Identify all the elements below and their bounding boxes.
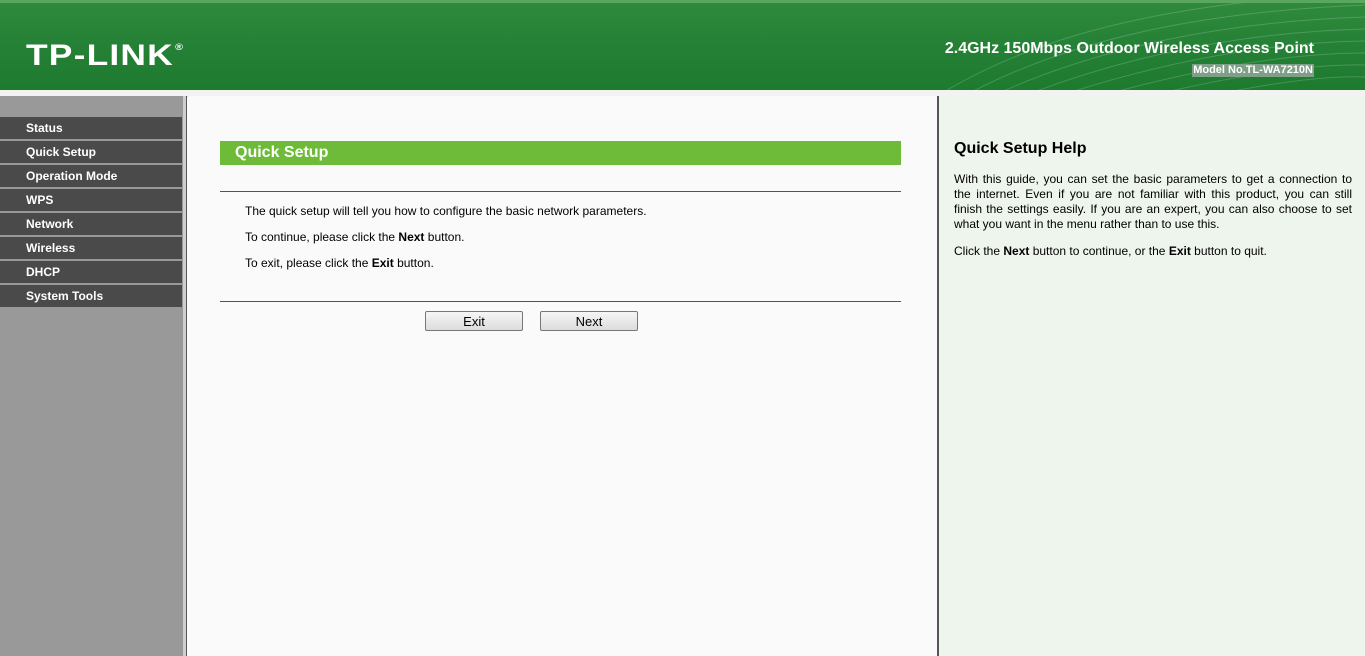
sidebar-item-system-tools[interactable]: System Tools <box>0 285 182 307</box>
top-divider <box>220 191 901 192</box>
help-next-keyword: Next <box>1003 244 1030 258</box>
continue-text: To continue, please click the <box>245 230 399 244</box>
exit-button[interactable]: Exit <box>425 311 523 331</box>
sidebar-item-network[interactable]: Network <box>0 213 182 235</box>
registered-mark: ® <box>175 42 185 52</box>
continue-instruction: To continue, please click the Next butto… <box>245 230 464 244</box>
sidebar-item-quick-setup[interactable]: Quick Setup <box>0 141 182 163</box>
exit-keyword: Exit <box>371 256 394 270</box>
help-panel: Quick Setup Help With this guide, you ca… <box>939 96 1365 656</box>
main-panel: Quick Setup The quick setup will tell yo… <box>188 96 937 656</box>
help-title: Quick Setup Help <box>954 140 1087 157</box>
sidebar: Status Quick Setup Operation Mode WPS Ne… <box>0 96 183 656</box>
sidebar-edge <box>183 96 187 656</box>
header-banner: TP-LINK® 2.4GHz 150Mbps Outdoor Wireless… <box>0 0 1365 90</box>
help-text-end: button to quit. <box>1190 244 1267 258</box>
model-number: Model No.TL-WA7210N <box>1192 64 1314 77</box>
section-title: Quick Setup <box>220 141 901 165</box>
bottom-divider <box>220 301 901 302</box>
sidebar-item-operation-mode[interactable]: Operation Mode <box>0 165 182 187</box>
continue-text-end: button. <box>424 230 465 244</box>
next-button[interactable]: Next <box>540 311 638 331</box>
sidebar-item-status[interactable]: Status <box>0 117 182 139</box>
exit-text-end: button. <box>393 256 434 270</box>
logo-text: TP-LINK <box>26 39 174 72</box>
sidebar-menu: Status Quick Setup Operation Mode WPS Ne… <box>0 117 182 309</box>
sidebar-item-dhcp[interactable]: DHCP <box>0 261 182 283</box>
help-paragraph-2: Click the Next button to continue, or th… <box>954 244 1352 259</box>
exit-text: To exit, please click the <box>245 256 372 270</box>
tp-link-logo: TP-LINK® <box>26 39 184 73</box>
next-keyword: Next <box>398 230 425 244</box>
sidebar-item-wps[interactable]: WPS <box>0 189 182 211</box>
sidebar-item-wireless[interactable]: Wireless <box>0 237 182 259</box>
exit-instruction: To exit, please click the Exit button. <box>245 256 434 270</box>
help-exit-keyword: Exit <box>1168 244 1191 258</box>
help-paragraph-1: With this guide, you can set the basic p… <box>954 172 1352 231</box>
help-text: Click the <box>954 244 1004 258</box>
intro-text: The quick setup will tell you how to con… <box>245 204 647 218</box>
product-title: 2.4GHz 150Mbps Outdoor Wireless Access P… <box>944 40 1314 57</box>
help-text-mid: button to continue, or the <box>1029 244 1169 258</box>
